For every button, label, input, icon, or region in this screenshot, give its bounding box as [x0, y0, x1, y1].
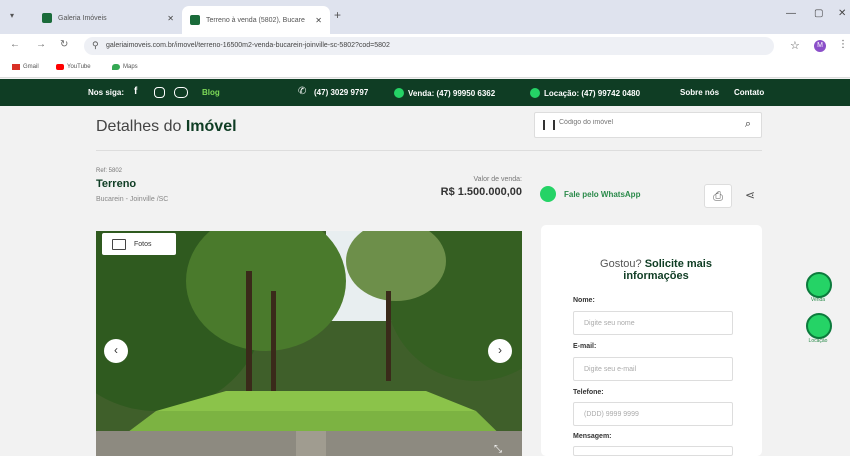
maximize-icon[interactable]: ▢	[814, 8, 823, 19]
price-label: Valor de venda:	[473, 176, 522, 183]
bookmark-maps[interactable]: Maps	[112, 64, 138, 70]
minimize-icon[interactable]: —	[786, 8, 796, 19]
site-info-icon[interactable]: ⚲	[92, 40, 99, 51]
message-label: Mensagem:	[573, 433, 612, 440]
profile-avatar[interactable]: M	[814, 40, 826, 52]
favicon-icon	[190, 15, 200, 25]
bookmark-label: YouTube	[67, 64, 91, 70]
form-heading: Gostou? Solicite mais informações	[571, 258, 741, 282]
phone-label: Telefone:	[573, 389, 604, 396]
chevron-left-icon: ‹	[114, 343, 118, 357]
bookmark-gmail[interactable]: Gmail	[12, 64, 39, 70]
sales-contact[interactable]: Venda: (47) 99950 6362	[394, 88, 495, 98]
property-type: Terreno	[96, 178, 137, 190]
site-topbar: Nos siga: f Blog ✆ (47) 3029 9797 Venda:…	[0, 79, 850, 106]
message-input[interactable]	[573, 446, 733, 456]
blog-link[interactable]: Blog	[202, 88, 220, 97]
image-icon	[112, 238, 126, 250]
forward-icon[interactable]: →	[36, 39, 46, 50]
whatsapp-icon	[394, 88, 404, 98]
floating-rental-label: Locação	[808, 338, 828, 344]
contact-form: Gostou? Solicite mais informações Nome: …	[541, 225, 762, 456]
floating-sales-label: Venda	[810, 297, 826, 303]
property-ref: Ref: 5802	[96, 168, 123, 174]
bookmark-label: Gmail	[23, 64, 39, 70]
bookmarks-bar: Gmail YouTube Maps	[0, 58, 850, 78]
whatsapp-button[interactable]: Fale pelo WhatsApp	[540, 186, 640, 202]
phone-number[interactable]: (47) 3029 9797	[314, 88, 368, 97]
browser-tab-strip: ▾ Galeria Imóveis ✕ Terreno à venda (580…	[0, 0, 850, 34]
whatsapp-icon	[530, 88, 540, 98]
property-photo[interactable]	[96, 231, 522, 456]
facebook-icon[interactable]: f	[134, 86, 137, 97]
share-icon: ⋖	[744, 188, 756, 202]
bookmark-youtube[interactable]: YouTube	[56, 64, 91, 70]
share-button[interactable]: ⋖	[736, 184, 764, 208]
phone-input[interactable]: (DDD) 9999 9999	[573, 402, 733, 426]
url-text: galeriaimoveis.com.br/imovel/terreno-165…	[106, 42, 390, 49]
printer-icon: ⎙	[713, 189, 723, 203]
divider	[96, 150, 762, 151]
photos-label: Fotos	[134, 240, 152, 248]
search-icon[interactable]: ⌕	[745, 118, 751, 131]
name-input[interactable]: Digite seu nome	[573, 311, 733, 335]
sales-text: Venda: (47) 99950 6362	[408, 89, 496, 98]
chevron-right-icon: ›	[498, 343, 502, 357]
contact-link[interactable]: Contato	[734, 88, 764, 97]
floating-whatsapp-sales[interactable]	[806, 272, 832, 298]
title-bold: Imóvel	[185, 118, 237, 135]
reload-icon[interactable]: ↻	[60, 39, 68, 50]
bookmark-label: Maps	[123, 64, 138, 70]
maps-icon	[112, 64, 120, 70]
property-code-search: ⌕	[534, 112, 762, 138]
phone-icon: ✆	[298, 86, 307, 97]
tab-title: Galeria Imóveis	[58, 14, 107, 22]
price-value: R$ 1.500.000,00	[440, 186, 522, 198]
photos-button[interactable]: Fotos	[102, 233, 176, 255]
expand-icon[interactable]: ⤡	[494, 444, 502, 455]
close-icon[interactable]: ✕	[315, 16, 322, 25]
browser-toolbar: ← → ↻ ⚲ galeriaimoveis.com.br/imovel/ter…	[0, 34, 850, 58]
gmail-icon	[12, 64, 20, 70]
page-title: Detalhes do Imóvel	[96, 118, 237, 136]
about-link[interactable]: Sobre nós	[680, 88, 719, 97]
heading-light: Gostou?	[600, 258, 642, 270]
next-photo-button[interactable]: ›	[488, 339, 512, 363]
print-button[interactable]: ⎙	[704, 184, 732, 208]
menu-icon[interactable]: ⋮	[838, 39, 848, 50]
bookmark-star-icon[interactable]: ☆	[790, 39, 800, 52]
tab-galeria[interactable]: Galeria Imóveis ✕	[34, 6, 182, 30]
youtube-icon	[56, 64, 64, 70]
favicon-icon	[42, 13, 52, 23]
instagram-icon[interactable]	[154, 87, 168, 98]
tab-search-icon[interactable]: ▾	[10, 11, 14, 20]
window-close-icon[interactable]: ✕	[838, 8, 846, 19]
property-code-input[interactable]	[559, 119, 729, 126]
close-icon[interactable]: ✕	[167, 14, 174, 23]
new-tab-icon[interactable]: +	[334, 8, 341, 22]
title-light: Detalhes do	[96, 118, 182, 135]
youtube-social-icon[interactable]	[174, 87, 191, 98]
follow-label: Nos siga:	[88, 88, 125, 97]
email-label: E-mail:	[573, 343, 597, 350]
prev-photo-button[interactable]: ‹	[104, 339, 128, 363]
barcode-icon	[543, 120, 555, 130]
address-bar[interactable]: ⚲ galeriaimoveis.com.br/imovel/terreno-1…	[84, 37, 774, 55]
whatsapp-label: Fale pelo WhatsApp	[564, 189, 641, 199]
floating-whatsapp-rental[interactable]	[806, 313, 832, 339]
whatsapp-icon	[540, 186, 556, 202]
tab-terreno[interactable]: Terreno à venda (5802), Bucare ✕	[182, 6, 330, 34]
email-input[interactable]: Digite seu e-mail	[573, 357, 733, 381]
back-icon[interactable]: ←	[10, 39, 20, 50]
garden-photo	[96, 231, 522, 456]
rental-contact[interactable]: Locação: (47) 99742 0480	[530, 88, 640, 98]
rental-text: Locação: (47) 99742 0480	[544, 89, 641, 98]
tab-title: Terreno à venda (5802), Bucare	[206, 16, 305, 24]
name-label: Nome:	[573, 297, 595, 304]
property-location: Bucarein - Joinville /SC	[96, 196, 169, 203]
